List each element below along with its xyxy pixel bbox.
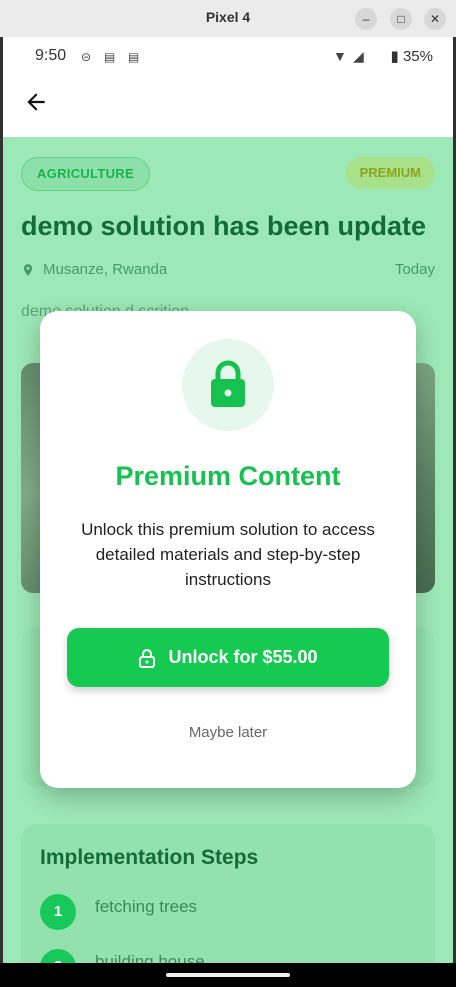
unlock-button[interactable]: Unlock for $55.00 [67,628,389,687]
device-screen: 9:50 ⊝ ▤ ▤ ▼ ◢ ▮ 35% AGRICULTURE PREMIUM… [3,37,453,963]
battery-icon: ▮ [390,48,399,65]
calendar-icon: ▤ [104,50,116,64]
step-number: 2 [40,949,76,963]
solution-title: demo solution has been update [21,211,427,241]
location-text: Musanze, Rwanda [43,261,168,278]
minimize-button[interactable]: – [355,8,377,30]
window-titlebar: Pixel 4 – □ ✕ [0,0,456,37]
battery-level: ▮ 35% [391,47,433,65]
posted-date: Today [394,261,435,278]
location-pin-icon [23,263,33,276]
step-item: 1 fetching trees [40,894,197,930]
window-title: Pixel 4 [205,9,251,25]
back-arrow-icon[interactable] [23,89,49,115]
dialog-title: Premium Content [115,461,341,491]
calendar-icon-2: ▤ [128,50,140,64]
home-gesture-handle[interactable] [166,973,290,977]
status-bar: 9:50 ⊝ ▤ ▤ ▼ ◢ ▮ 35% [3,37,453,75]
step-text: building house [95,952,205,963]
step-text: fetching trees [95,897,198,916]
dialog-message: Unlock this premium solution to access d… [81,520,375,589]
signal-icon: ◢ [353,48,364,64]
wifi-icon: ▼ [333,48,347,64]
maybe-later-button[interactable]: Maybe later [40,724,416,741]
unlock-lock-icon [139,648,156,668]
navigation-bar [0,963,456,987]
maximize-button[interactable]: □ [390,8,412,30]
lock-badge [182,339,274,431]
lock-icon [211,360,245,407]
status-time: 9:50 [35,47,67,64]
close-window-button[interactable]: ✕ [424,8,446,30]
steps-heading: Implementation Steps [40,846,259,869]
app-bar [3,75,453,137]
unlock-button-label: Unlock for $55.00 [168,647,318,667]
step-number: 1 [40,894,76,930]
premium-badge: PREMIUM [345,157,435,189]
category-chip: AGRICULTURE [21,157,150,191]
implementation-steps-card: Implementation Steps 1 fetching trees 2 … [21,824,435,963]
sync-icon: ⊝ [81,50,92,64]
emulator-window: Pixel 4 – □ ✕ 9:50 ⊝ ▤ ▤ ▼ ◢ ▮ 35% AGRIC… [0,0,456,987]
location-row: Musanze, Rwanda [21,261,167,278]
step-item: 2 building house [40,949,205,963]
battery-percent: 35% [402,48,433,65]
premium-content-dialog: Premium Content Unlock this premium solu… [40,311,416,788]
